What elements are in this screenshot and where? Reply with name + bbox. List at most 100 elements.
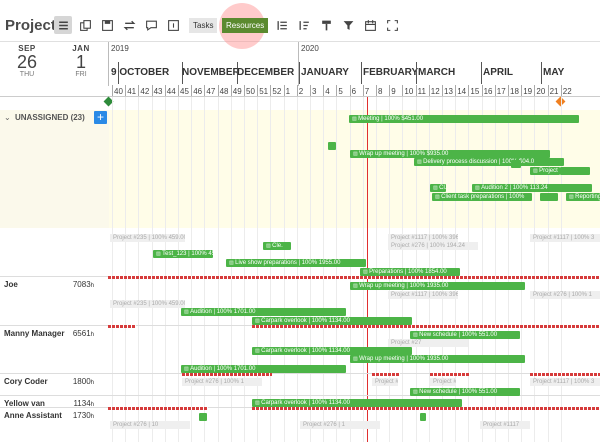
grid-line [138, 97, 140, 442]
week-label: 14 [457, 87, 467, 96]
week-label: 10 [404, 87, 414, 96]
ghost-bar: Project #1117 [480, 421, 530, 429]
add-task-button[interactable]: + [94, 111, 107, 124]
grid-line [112, 97, 113, 442]
task-bar[interactable]: Audition | 100% 1701.00 [181, 308, 346, 316]
month-divider [416, 62, 417, 84]
unassigned-area [109, 110, 600, 228]
calendar-button[interactable] [361, 16, 379, 34]
week-label: 51 [259, 87, 269, 96]
task-bar[interactable]: Delivery process discussion | 100% $04.0 [414, 158, 564, 166]
task-bar[interactable]: Carpark overlook | 100% 1134.00 [252, 399, 462, 407]
grid-line [217, 97, 219, 442]
fullscreen-button[interactable] [383, 16, 401, 34]
month-label: MARCH [418, 67, 456, 78]
hamburger-button[interactable] [54, 16, 72, 34]
grid-line [349, 97, 351, 442]
task-bar[interactable]: Reporting [566, 193, 600, 201]
comment-button[interactable] [142, 16, 160, 34]
month-label: MAY [543, 67, 565, 78]
week-label: 43 [153, 87, 163, 96]
task-bar[interactable]: Audition 2 | 100% 113.24 [472, 184, 592, 192]
hours-unit: h [90, 332, 94, 338]
ghost-bar: Project #1117 | 100% 3 [530, 234, 600, 242]
task-bar[interactable]: Test_123 | 100% 459.00 [153, 250, 213, 258]
tab-tasks[interactable]: Tasks [189, 18, 218, 33]
task-bar-small[interactable] [560, 167, 590, 175]
week-label: 7 [364, 87, 370, 96]
week-label: 9 [391, 87, 396, 96]
filter-button[interactable] [339, 16, 357, 34]
task-bar[interactable]: Carpark overlook | 100% 1134.00 [252, 347, 412, 355]
week-label: 18 [510, 87, 519, 96]
save-button[interactable] [98, 16, 116, 34]
paint-button[interactable] [317, 16, 335, 34]
task-bar-small[interactable] [328, 142, 336, 150]
task-bar[interactable]: Live show preparations | 100% 1955.00 [226, 259, 366, 267]
task-bar[interactable]: Wrap up meeting | 100% 1935.00 [350, 282, 525, 290]
copy-icon [79, 19, 91, 31]
task-bar[interactable]: Meeting | 100% $451.00 [349, 115, 579, 123]
resource-name: Anne Assistant [4, 411, 62, 420]
task-bar-small[interactable] [540, 193, 558, 201]
copy-button[interactable] [76, 16, 94, 34]
start-date[interactable]: SEP 26 THU [0, 44, 54, 86]
ghost-bar: Project #235 | 100% 459.00 [110, 300, 185, 308]
task-bar-small[interactable] [511, 160, 521, 168]
grid-line [178, 97, 179, 442]
resource-hours: 1730h [68, 411, 94, 420]
task-bar[interactable]: Preparations | 100% 1854.00 [360, 268, 460, 276]
task-bar[interactable]: Audition | 100% 1701.00 [181, 365, 346, 373]
resource-row[interactable] [0, 373, 600, 374]
task-bar[interactable]: Cl. [430, 184, 446, 192]
hours-value: 1730 [72, 411, 91, 420]
task-bar[interactable]: Wrap up meeting | 100% 1935.00 [350, 355, 525, 363]
task-bar[interactable]: Client task preparations | 100% [432, 193, 532, 201]
grid-line [336, 97, 338, 442]
grid-line [296, 97, 298, 442]
week-label: 41 [127, 87, 137, 96]
grid-line [323, 97, 325, 442]
hours-unit: h [90, 380, 94, 386]
outline-button[interactable] [273, 16, 291, 34]
hours-unit: h [90, 414, 94, 420]
grid-line [270, 97, 272, 442]
end-date[interactable]: JAN 1 FRI [54, 44, 108, 86]
month-divider [481, 62, 482, 84]
week-label: 42 [140, 87, 150, 96]
grid-line [560, 97, 562, 442]
sort-icon [299, 20, 309, 30]
week-label: 46 [193, 87, 203, 96]
task-bar-small[interactable] [420, 413, 426, 421]
year-label: 2019 [111, 44, 129, 53]
week-label: 8 [378, 87, 383, 96]
task-bar[interactable]: Cle. [263, 242, 291, 250]
overload-marker [182, 373, 272, 376]
task-bar[interactable]: Wrap up meeting | 100% $935.00 [350, 150, 550, 158]
week-label: 49 [232, 87, 242, 96]
ghost-bar: Project #1117 | 100% 396.00 [388, 234, 458, 242]
swap-button[interactable] [120, 16, 138, 34]
ghost-bar: Project #276 | 1 [300, 421, 380, 429]
week-label: 50 [246, 87, 255, 96]
task-bar[interactable]: Project [530, 167, 560, 175]
hamburger-icon [58, 21, 68, 29]
task-bar[interactable]: New schedule | 100% 551.00 [410, 388, 520, 396]
overload-marker [430, 373, 470, 376]
resource-name: Cory Coder [4, 377, 48, 386]
info-button[interactable] [164, 16, 182, 34]
year-label: 2020 [301, 44, 319, 53]
toolbar: Project Tasks Resources [0, 0, 600, 49]
chevron-down-icon[interactable]: ⌄ [4, 113, 11, 122]
resource-hours: 6561h [68, 329, 94, 338]
task-bar[interactable]: Carpark overlook | 100% 1134.00 [252, 317, 412, 325]
year-divider [108, 42, 109, 86]
project-title: Project [5, 17, 56, 34]
task-bar-small[interactable] [199, 413, 207, 421]
end-weekday: FRI [75, 71, 87, 78]
grid-line [547, 97, 549, 442]
sort-button[interactable] [295, 16, 313, 34]
task-bar[interactable]: New schedule | 100% 551.00 [410, 331, 520, 339]
tab-resources[interactable]: Resources [222, 18, 269, 33]
unassigned-label: UNASSIGNED (23) [15, 113, 85, 122]
